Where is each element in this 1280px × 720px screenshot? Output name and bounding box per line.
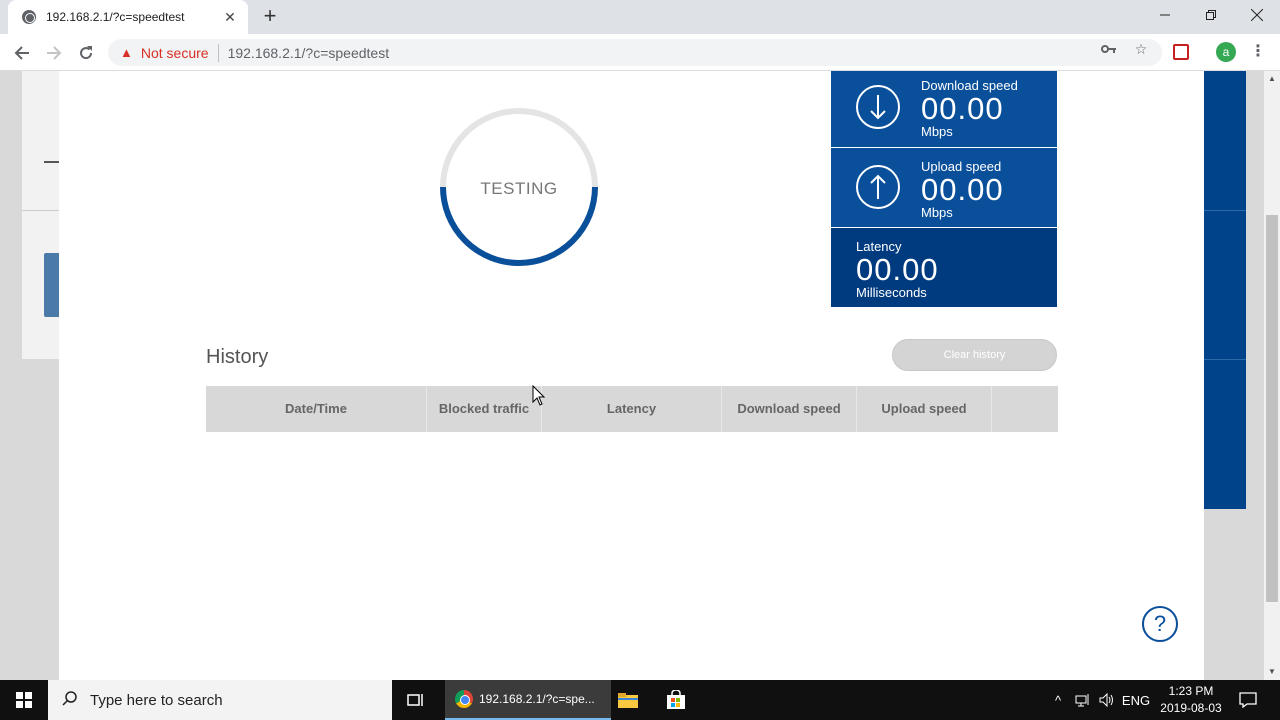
speedtest-panel: TESTING Download speed 00.00 Mbps Upload… [59,71,1204,680]
warning-icon: ▲ [120,45,133,60]
latency-value: 00.00 [856,252,939,287]
key-icon[interactable] [1099,39,1119,59]
upload-arrow-icon [856,165,900,209]
clock-time: 1:23 PM [1168,684,1214,698]
column-header-datetime: Date/Time [206,386,427,432]
network-icon[interactable] [1072,680,1094,720]
browser-toolbar: ▲ Not secure 192.168.2.1/?c=speedtest ☆ … [0,34,1280,71]
minimize-icon [1160,14,1170,16]
side-panel-divider [1204,359,1246,360]
windows-logo-icon [16,692,32,708]
restore-button[interactable] [1188,0,1234,30]
language-indicator[interactable]: ENG [1120,680,1152,720]
action-center-icon[interactable] [1236,680,1260,720]
start-button[interactable] [0,680,48,720]
clock-date: 2019-08-03 [1160,701,1222,715]
tab-title: 192.168.2.1/?c=speedtest [46,10,185,24]
column-header-actions [992,386,1058,432]
new-tab-button[interactable]: + [259,5,281,27]
address-bar[interactable]: ▲ Not secure 192.168.2.1/?c=speedtest [108,39,1162,66]
download-arrow-icon [856,85,900,129]
latency-metric: Latency 00.00 Milliseconds [831,228,1057,307]
help-button[interactable]: ? [1142,606,1178,642]
taskbar-search[interactable]: Type here to search [48,680,392,720]
column-header-upload-speed: Upload speed [857,386,992,432]
search-icon [62,690,78,710]
star-bookmark-icon[interactable]: ☆ [1131,39,1151,59]
scroll-down-icon[interactable]: ▼ [1264,664,1280,680]
taskbar-clock[interactable]: 1:23 PM 2019-08-03 [1152,683,1230,717]
clear-history-button[interactable]: Clear history [892,339,1057,371]
url-text[interactable]: 192.168.2.1/?c=speedtest [228,45,390,61]
search-placeholder: Type here to search [90,691,223,709]
windows-taskbar: Type here to search 192.168.2.1/?c=spe..… [0,680,1280,720]
upload-metric: Upload speed 00.00 Mbps [831,148,1057,227]
test-status: TESTING [480,179,558,198]
download-metric: Download speed 00.00 Mbps [831,71,1057,147]
profile-avatar[interactable]: a [1216,42,1236,62]
show-hidden-icons-icon[interactable]: ^ [1048,680,1068,720]
close-window-button[interactable] [1234,0,1280,30]
forward-arrow-icon [47,46,62,60]
extension-shield-icon[interactable] [1173,44,1189,60]
volume-icon[interactable] [1096,680,1118,720]
latency-unit: Milliseconds [856,285,927,300]
column-header-blocked-traffic: Blocked traffic [427,386,542,432]
download-unit: Mbps [921,124,953,139]
scroll-up-icon[interactable]: ▲ [1264,71,1280,87]
chrome-icon [455,690,473,708]
history-table-header: Date/Time Blocked traffic Latency Downlo… [206,386,1058,432]
download-value: 00.00 [921,91,1004,126]
upload-value: 00.00 [921,172,1004,207]
forward-button[interactable] [41,40,67,66]
reload-button[interactable] [73,40,99,66]
side-panel-divider [1204,210,1246,211]
close-icon [1251,9,1263,21]
globe-icon [22,10,36,24]
page-viewport: TESTING Download speed 00.00 Mbps Upload… [0,71,1264,680]
background-screen-icon [44,253,60,317]
upload-unit: Mbps [921,205,953,220]
minimize-button[interactable] [1142,0,1188,30]
background-device-icon [44,161,60,163]
tab-close-icon[interactable]: ✕ [222,9,238,26]
file-explorer-icon[interactable] [612,680,644,720]
scroll-thumb[interactable] [1266,215,1278,602]
taskbar-chrome-label: 192.168.2.1/?c=spe... [479,692,595,706]
metrics-panel: Download speed 00.00 Mbps Upload speed 0… [831,71,1057,307]
browser-menu-icon[interactable]: ⋮ [1250,42,1266,62]
back-arrow-icon [14,46,29,60]
browser-tab[interactable]: 192.168.2.1/?c=speedtest ✕ [8,0,248,34]
reload-icon [80,46,93,60]
store-icon[interactable] [660,680,692,720]
taskbar-chrome-window[interactable]: 192.168.2.1/?c=spe... [445,680,611,720]
column-header-latency: Latency [542,386,722,432]
restore-icon [1206,10,1216,20]
omnibox-divider [217,43,219,62]
history-title: History [206,346,269,368]
task-view-icon[interactable] [400,680,432,720]
mouse-cursor-icon [532,385,546,406]
tab-strip: 192.168.2.1/?c=speedtest ✕ + [0,0,1280,34]
background-side-panel [1204,71,1246,509]
security-status[interactable]: Not secure [141,45,209,61]
column-header-download-speed: Download speed [722,386,857,432]
page-scrollbar[interactable]: ▲ ▼ [1264,71,1280,680]
back-button[interactable] [9,40,35,66]
